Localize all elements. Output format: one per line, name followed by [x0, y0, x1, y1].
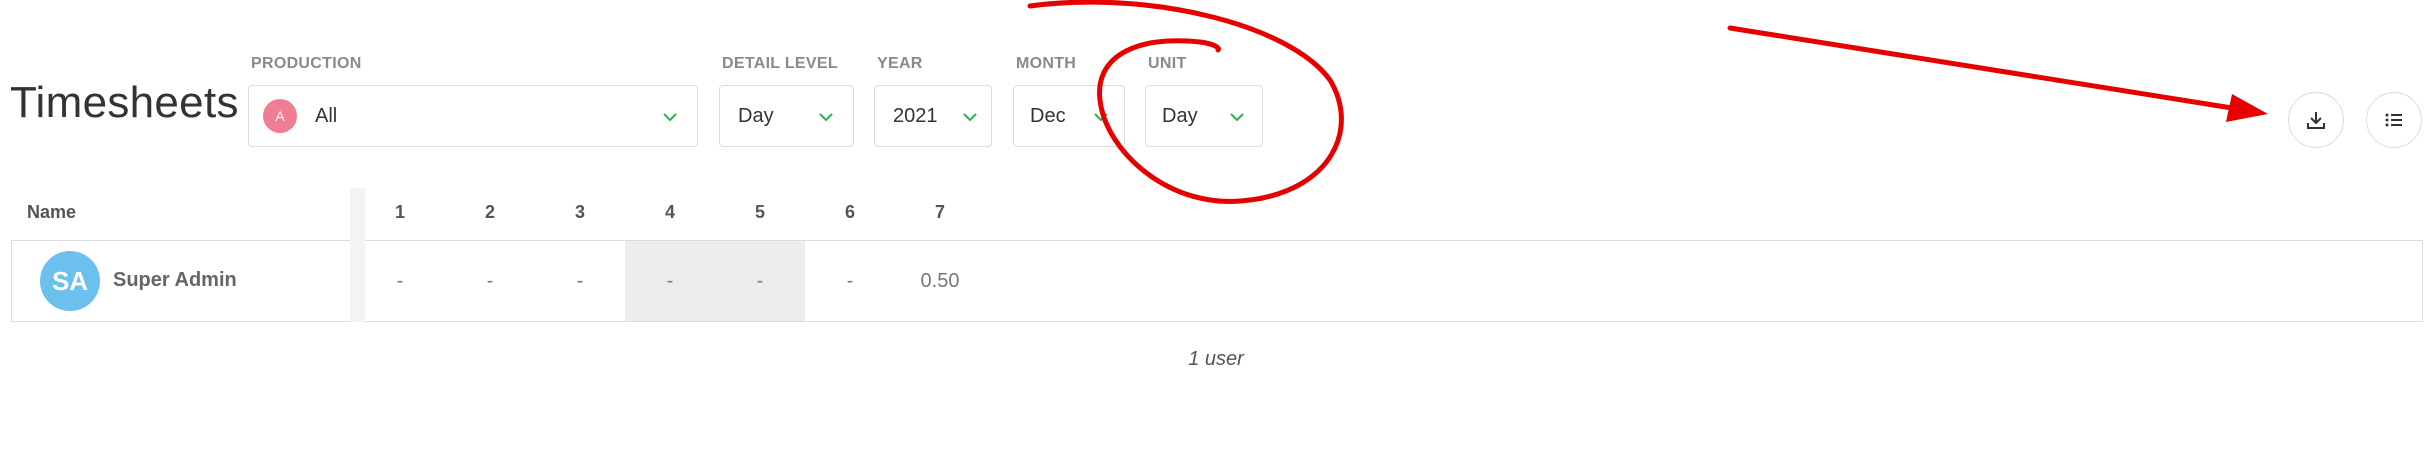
year-label: YEAR: [877, 55, 923, 72]
detail-level-select[interactable]: Day: [719, 85, 854, 147]
day-header-6: 6: [844, 202, 855, 222]
detail-level-value: Day: [738, 104, 774, 127]
chevron-down-icon: [663, 113, 677, 122]
list-view-button[interactable]: [2366, 92, 2422, 148]
year-value: 2021: [893, 104, 938, 127]
month-value: Dec: [1030, 104, 1066, 127]
day-header-7: 7: [934, 202, 945, 222]
production-avatar: A: [263, 99, 297, 133]
day-header-5: 5: [754, 202, 765, 222]
day-header-2: 2: [484, 202, 495, 222]
day-cell-2[interactable]: -: [445, 241, 535, 321]
annotation-arrow-head: [2226, 94, 2268, 122]
year-select[interactable]: 2021: [874, 85, 992, 147]
page-title: Timesheets: [10, 78, 239, 127]
day-cell-7[interactable]: 0.50: [895, 241, 985, 321]
chevron-down-icon: [1094, 113, 1108, 122]
day-header-1: 1: [394, 202, 405, 222]
day-cell-4-weekend[interactable]: -: [625, 241, 715, 321]
day-cell-3[interactable]: -: [535, 241, 625, 321]
production-label: PRODUCTION: [251, 55, 362, 72]
day-header-3: 3: [574, 202, 585, 222]
name-column-header: Name: [27, 202, 77, 222]
day-cell-6[interactable]: -: [805, 241, 895, 321]
unit-label: UNIT: [1148, 55, 1187, 72]
production-select[interactable]: A All: [248, 85, 698, 147]
month-label: MONTH: [1016, 55, 1077, 72]
production-value: All: [315, 104, 338, 127]
chevron-down-icon: [963, 113, 977, 122]
download-button[interactable]: [2288, 92, 2344, 148]
day-header-4: 4: [664, 202, 675, 222]
day-cell-5-weekend[interactable]: -: [715, 241, 805, 321]
unit-value: Day: [1162, 104, 1198, 127]
avatar: SA: [40, 251, 100, 311]
download-icon: [2307, 112, 2325, 129]
chevron-down-icon: [819, 113, 833, 122]
month-select[interactable]: Dec: [1013, 85, 1125, 147]
user-name[interactable]: Super Admin: [113, 269, 237, 292]
day-cell-1[interactable]: -: [355, 241, 445, 321]
user-count: 1 user: [1188, 348, 1244, 370]
unit-select[interactable]: Day: [1145, 85, 1263, 147]
annotation-arrow-line: [1727, 25, 2235, 111]
chevron-down-icon: [1230, 113, 1244, 122]
list-icon: [2385, 113, 2402, 127]
detail-level-label: DETAIL LEVEL: [722, 55, 838, 72]
